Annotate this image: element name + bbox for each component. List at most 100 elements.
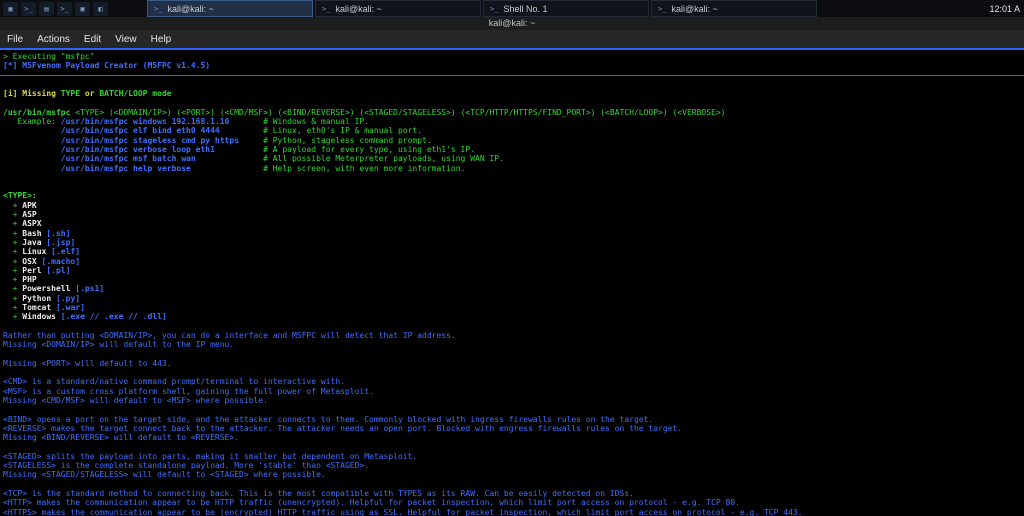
terminal-text: + <box>3 229 22 238</box>
terminal-text: <TYPE>: <box>3 191 37 200</box>
terminal-text: Python <box>22 294 51 303</box>
terminal-line: + ASPX <box>3 219 1021 228</box>
terminal-line <box>3 98 1021 107</box>
terminal-text: PHP <box>22 275 36 284</box>
terminal-output[interactable]: > Executing "msfpc"[*] MSFvenom Payload … <box>0 50 1024 516</box>
terminal-line: + Python [.py] <box>3 294 1021 303</box>
terminal-line: [*] MSFvenom Payload Creator (MSFPC v1.4… <box>3 61 1021 70</box>
terminal-text: <MSF> is a custom cross platform shell, … <box>3 387 374 396</box>
menu-edit[interactable]: Edit <box>77 34 108 45</box>
screenshot-tool-icon[interactable]: ◧ <box>93 2 108 16</box>
terminal-text: Missing <STAGED/STAGELESS> will default … <box>3 470 326 479</box>
taskbar-clock[interactable]: 12:01 A <box>989 4 1021 14</box>
terminal-launcher-icon[interactable]: >_ <box>21 2 36 16</box>
terminal-text: # A payload for every type, using eth1's… <box>215 145 475 154</box>
terminal-text: <TCP> is the standard method to connecti… <box>3 489 634 498</box>
menu-actions[interactable]: Actions <box>30 34 77 45</box>
terminal-text: /usr/bin/msfpc msf batch wan <box>61 154 196 163</box>
terminal-line <box>3 350 1021 359</box>
terminal-text: + <box>3 201 22 210</box>
terminal-icon: >_ <box>658 5 666 13</box>
terminal-text: # Help screen, with even more informatio… <box>191 164 466 173</box>
terminal-line: Missing <BIND/REVERSE> will default to <… <box>3 433 1021 442</box>
terminal-line: Missing <DOMAIN/IP> will default to the … <box>3 340 1021 349</box>
terminal-text: MSFvenom Payload Creator (MSFPC v1.4.5) <box>22 61 210 70</box>
terminal-text: [.jsp] <box>42 238 76 247</box>
terminal-text: Missing <box>22 89 61 98</box>
terminal-line: + Perl [.pl] <box>3 266 1021 275</box>
taskbar-window-button[interactable]: >_kali@kali: ~ <box>147 0 313 17</box>
terminal-line: <BIND> opens a port on the target side, … <box>3 415 1021 424</box>
terminal-text: <HTTP> makes the communication appear to… <box>3 498 740 507</box>
terminal-line <box>3 480 1021 489</box>
terminal-line: <TYPE>: <box>3 191 1021 200</box>
menu-view[interactable]: View <box>108 34 144 45</box>
taskbar-window-button[interactable]: >_ kali@kali: ~ <box>651 0 817 17</box>
terminal-text: + <box>3 266 22 275</box>
terminal-line <box>3 80 1021 89</box>
file-manager-icon[interactable]: ▤ <box>39 2 54 16</box>
terminal-text: <HTTPS> makes the communication appear t… <box>3 508 803 516</box>
terminal-line <box>3 322 1021 331</box>
terminal-text: BATCH/LOOP mode <box>99 89 171 98</box>
menu-file[interactable]: File <box>0 34 30 45</box>
terminal-line: <TCP> is the standard method to connecti… <box>3 489 1021 498</box>
terminal-text: + <box>3 275 22 284</box>
taskbar-window-label: kali@kali: ~ <box>671 4 717 14</box>
terminal-line <box>3 173 1021 182</box>
terminal-line: /usr/bin/msfpc help verbose # Help scree… <box>3 164 1021 173</box>
terminal-text <box>3 126 61 135</box>
terminal-text: + <box>3 303 22 312</box>
terminal-line: [i] Missing TYPE or BATCH/LOOP mode <box>3 89 1021 98</box>
text-editor-icon[interactable]: ▣ <box>75 2 90 16</box>
terminal-line: Missing <PORT> will default to 443. <box>3 359 1021 368</box>
taskbar-window-list: >_ kali@kali: ~ >_ kali@kali: ~ >_Shell No. … <box>147 0 817 17</box>
terminal-line: Example: /usr/bin/msfpc windows 192.168.… <box>3 117 1021 126</box>
terminal-icon: >_ <box>490 5 498 13</box>
terminal-text: OSX <box>22 257 36 266</box>
terminal-line <box>3 442 1021 451</box>
terminal-line: + Bash [.sh] <box>3 229 1021 238</box>
app-menu-icon[interactable]: ▦ <box>3 2 18 16</box>
terminal-text: <STAGELESS> is the complete standalone p… <box>3 461 369 470</box>
terminal-text: Powershell <box>22 284 70 293</box>
terminal-icon: >_ <box>154 5 162 13</box>
window-title: kali@kali: ~ <box>489 18 535 28</box>
terminal-text: ASP <box>22 210 36 219</box>
terminal-text <box>3 154 61 163</box>
terminal-text: /usr/bin/msfpc stageless cmd py https <box>61 136 239 145</box>
terminal-line: /usr/bin/msfpc verbose loop eth1 # A pay… <box>3 145 1021 154</box>
terminal-text: <TYPE> (<DOMAIN/IP>) (<PORT>) (<CMD/MSF>… <box>70 108 725 117</box>
terminal-text: Bash <box>22 229 41 238</box>
terminal-launcher-icon-2[interactable]: >_ <box>57 2 72 16</box>
terminal-text: Missing <DOMAIN/IP> will default to the … <box>3 340 234 349</box>
terminal-line <box>3 405 1021 414</box>
menu-help[interactable]: Help <box>144 34 179 45</box>
terminal-line: <HTTP> makes the communication appear to… <box>3 498 1021 507</box>
terminal-text: [*] <box>3 61 22 70</box>
taskbar-window-button[interactable]: >_Shell No. 1 <box>483 0 649 17</box>
terminal-text: Perl <box>22 266 41 275</box>
terminal-line: <HTTPS> makes the communication appear t… <box>3 508 1021 516</box>
window-titlebar[interactable]: kali@kali: ~ <box>0 17 1024 30</box>
terminal-line: + Windows [.exe // .exe // .dll] <box>3 312 1021 321</box>
terminal-text: [.py] <box>51 294 80 303</box>
terminal-text <box>3 136 61 145</box>
terminal-text <box>3 145 61 154</box>
terminal-line: /usr/bin/msfpc <TYPE> (<DOMAIN/IP>) (<PO… <box>3 108 1021 117</box>
terminal-line: Missing <STAGED/STAGELESS> will default … <box>3 470 1021 479</box>
terminal-text: # Linux, eth0's IP & manual port. <box>220 126 422 135</box>
terminal-line: Rather than putting <DOMAIN/IP>, you can… <box>3 331 1021 340</box>
terminal-line: <REVERSE> makes the target connect back … <box>3 424 1021 433</box>
terminal-text: [.pl] <box>42 266 71 275</box>
terminal-text: /usr/bin/msfpc <box>3 108 70 117</box>
terminal-text: /usr/bin/msfpc verbose loop eth1 <box>61 145 215 154</box>
terminal-line: <CMD> is a standard/native command promp… <box>3 377 1021 386</box>
terminal-text: # All possible Meterpreter payloads, usi… <box>196 154 504 163</box>
terminal-text: or <box>80 89 99 98</box>
terminal-text: TYPE <box>61 89 80 98</box>
terminal-line: + Java [.jsp] <box>3 238 1021 247</box>
taskbar-window-button[interactable]: >_kali@kali: ~ <box>315 0 481 17</box>
terminal-line: + Linux [.elf] <box>3 247 1021 256</box>
taskbar-window-label: kali@kali: ~ <box>335 4 381 14</box>
